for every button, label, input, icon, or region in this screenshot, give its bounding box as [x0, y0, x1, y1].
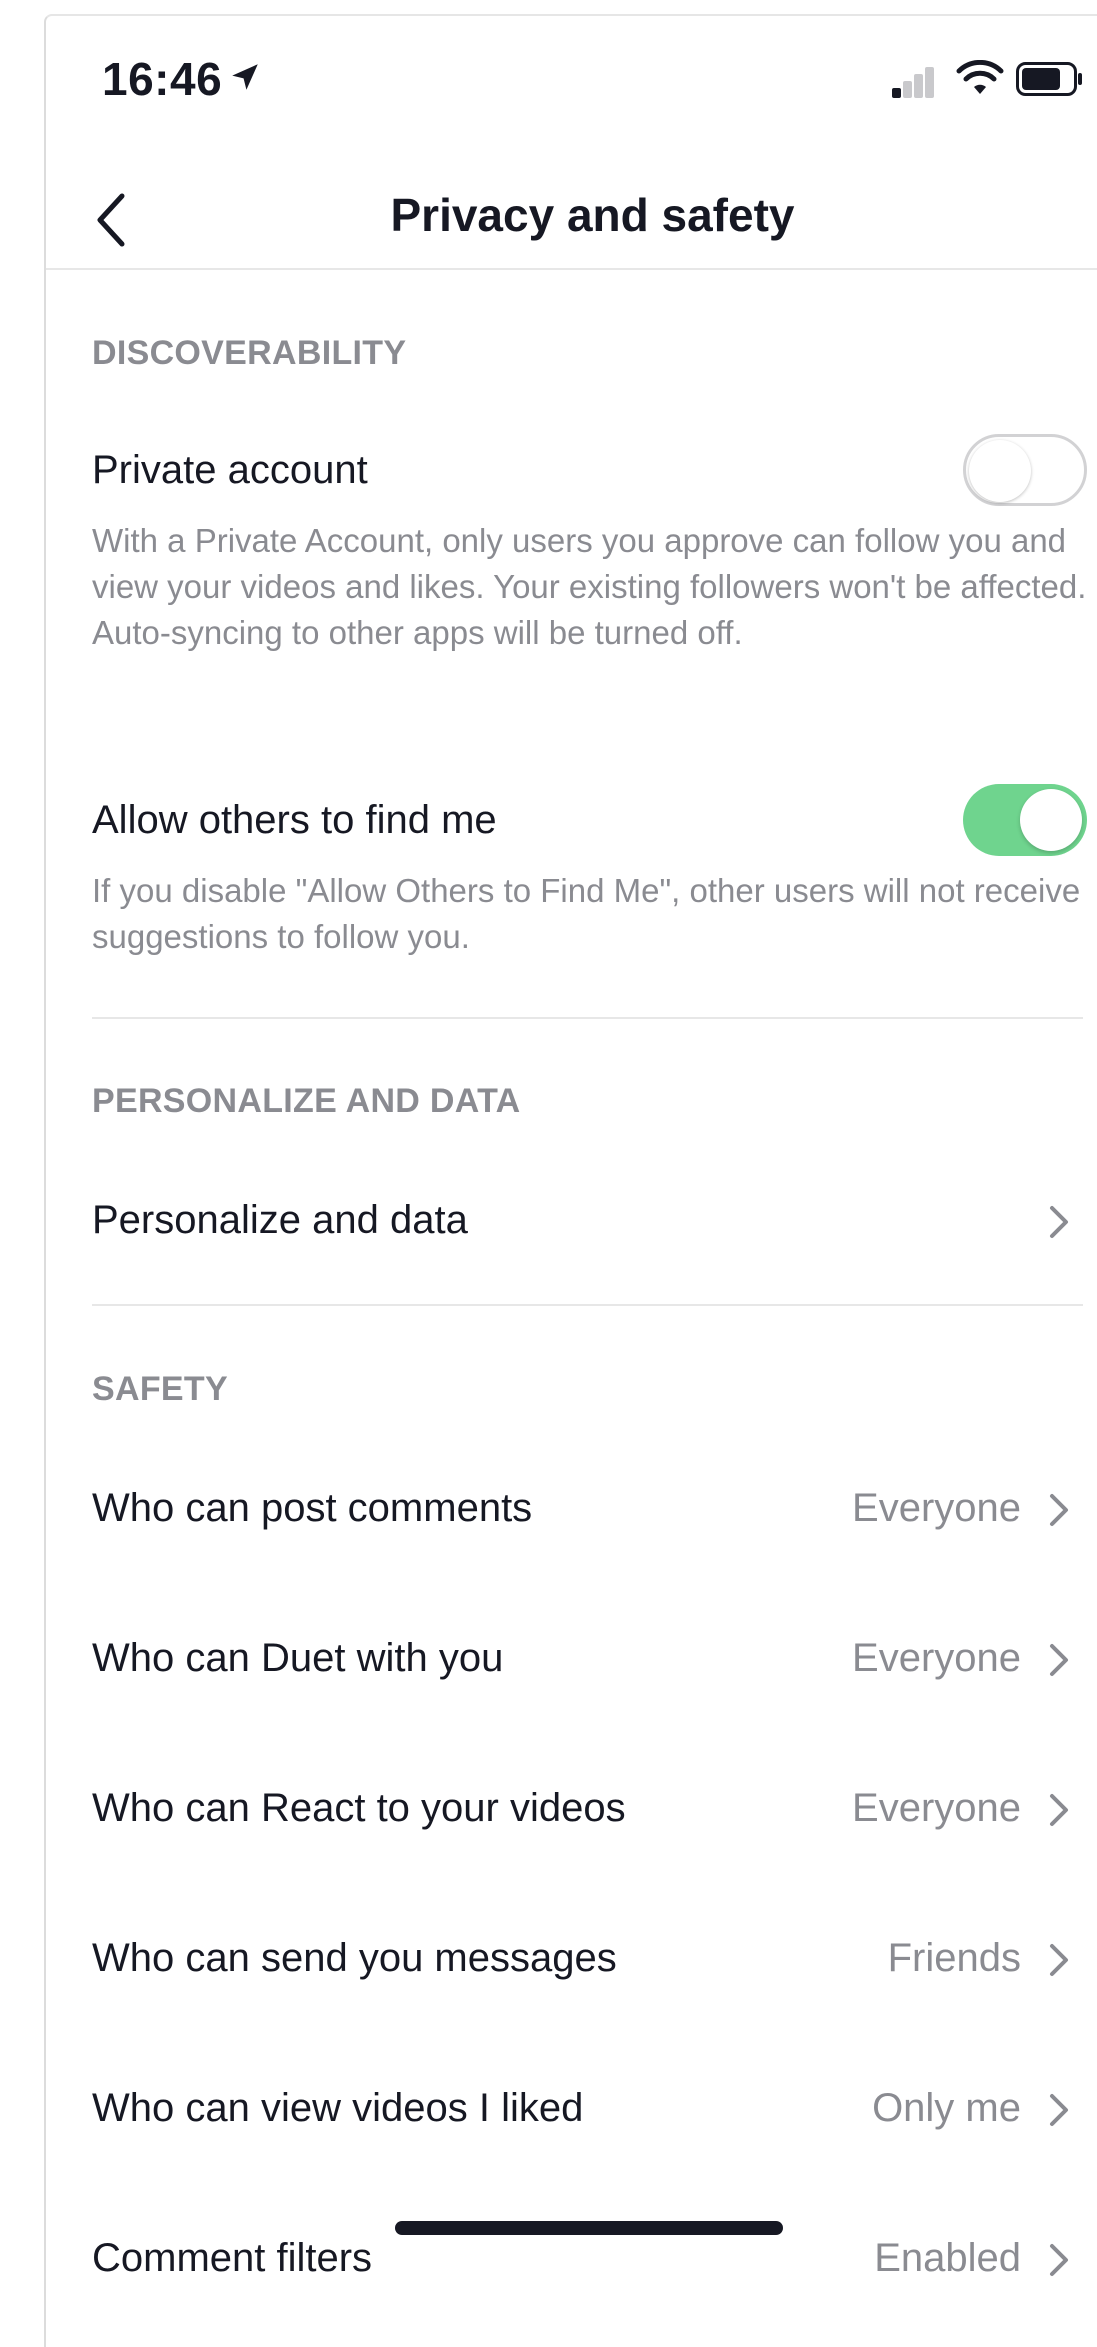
setting-value: Everyone — [852, 1636, 1021, 1680]
toggle-knob — [1020, 789, 1082, 851]
cellular-signal-icon — [892, 64, 934, 98]
setting-label: Who can view videos I liked — [92, 2086, 584, 2130]
safety-row-comment-filters[interactable]: Comment filters Enabled — [46, 2200, 1097, 2310]
phone-screen: 16:46 Privacy and safety DISCOVERABILITY… — [44, 14, 1097, 2347]
section-divider — [92, 1017, 1083, 1019]
private-account-description: With a Private Account, only users you a… — [92, 522, 1087, 651]
toggle-knob — [969, 440, 1031, 502]
chevron-right-icon — [1050, 1794, 1068, 1826]
header-divider — [46, 268, 1097, 270]
chevron-right-icon — [1050, 1944, 1068, 1976]
safety-row-duet[interactable]: Who can Duet with you Everyone — [46, 1600, 1097, 1710]
chevron-right-icon — [1050, 1494, 1068, 1526]
setting-label: Who can send you messages — [92, 1936, 617, 1980]
private-account-toggle[interactable] — [963, 434, 1087, 506]
home-indicator — [395, 2221, 783, 2235]
section-header-safety: SAFETY — [92, 1370, 228, 1408]
find-me-label: Allow others to find me — [92, 798, 497, 842]
safety-row-react[interactable]: Who can React to your videos Everyone — [46, 1750, 1097, 1860]
setting-label: Who can post comments — [92, 1486, 533, 1530]
safety-row-liked-videos[interactable]: Who can view videos I liked Only me — [46, 2050, 1097, 2160]
setting-value: Only me — [872, 2086, 1021, 2130]
setting-value: Everyone — [852, 1786, 1021, 1830]
section-header-personalize: PERSONALIZE AND DATA — [92, 1082, 521, 1120]
safety-row-messages[interactable]: Who can send you messages Friends — [46, 1900, 1097, 2010]
battery-icon — [1016, 62, 1082, 96]
setting-label: Who can Duet with you — [92, 1636, 504, 1680]
chevron-right-icon — [1050, 2244, 1068, 2276]
personalize-and-data-row[interactable]: Personalize and data — [46, 1162, 1097, 1272]
setting-value: Everyone — [852, 1486, 1021, 1530]
location-arrow-icon — [232, 64, 258, 90]
setting-value: Friends — [887, 1936, 1021, 1980]
setting-value: Enabled — [874, 2236, 1021, 2280]
find-me-toggle[interactable] — [963, 784, 1087, 856]
chevron-right-icon — [1050, 1206, 1068, 1238]
private-account-label: Private account — [92, 448, 368, 492]
section-divider — [92, 1304, 1083, 1306]
safety-row-post-comments[interactable]: Who can post comments Everyone — [46, 1450, 1097, 1560]
find-me-description: If you disable "Allow Others to Find Me"… — [92, 872, 1081, 955]
chevron-right-icon — [1050, 1644, 1068, 1676]
personalize-and-data-label: Personalize and data — [92, 1198, 468, 1242]
chevron-right-icon — [1050, 2094, 1068, 2126]
page-title: Privacy and safety — [390, 189, 795, 241]
section-header-discoverability: DISCOVERABILITY — [92, 334, 407, 372]
status-time: 16:46 — [102, 53, 223, 105]
setting-label: Who can React to your videos — [92, 1786, 626, 1830]
setting-label: Comment filters — [92, 2236, 373, 2280]
wifi-icon — [956, 60, 1004, 94]
